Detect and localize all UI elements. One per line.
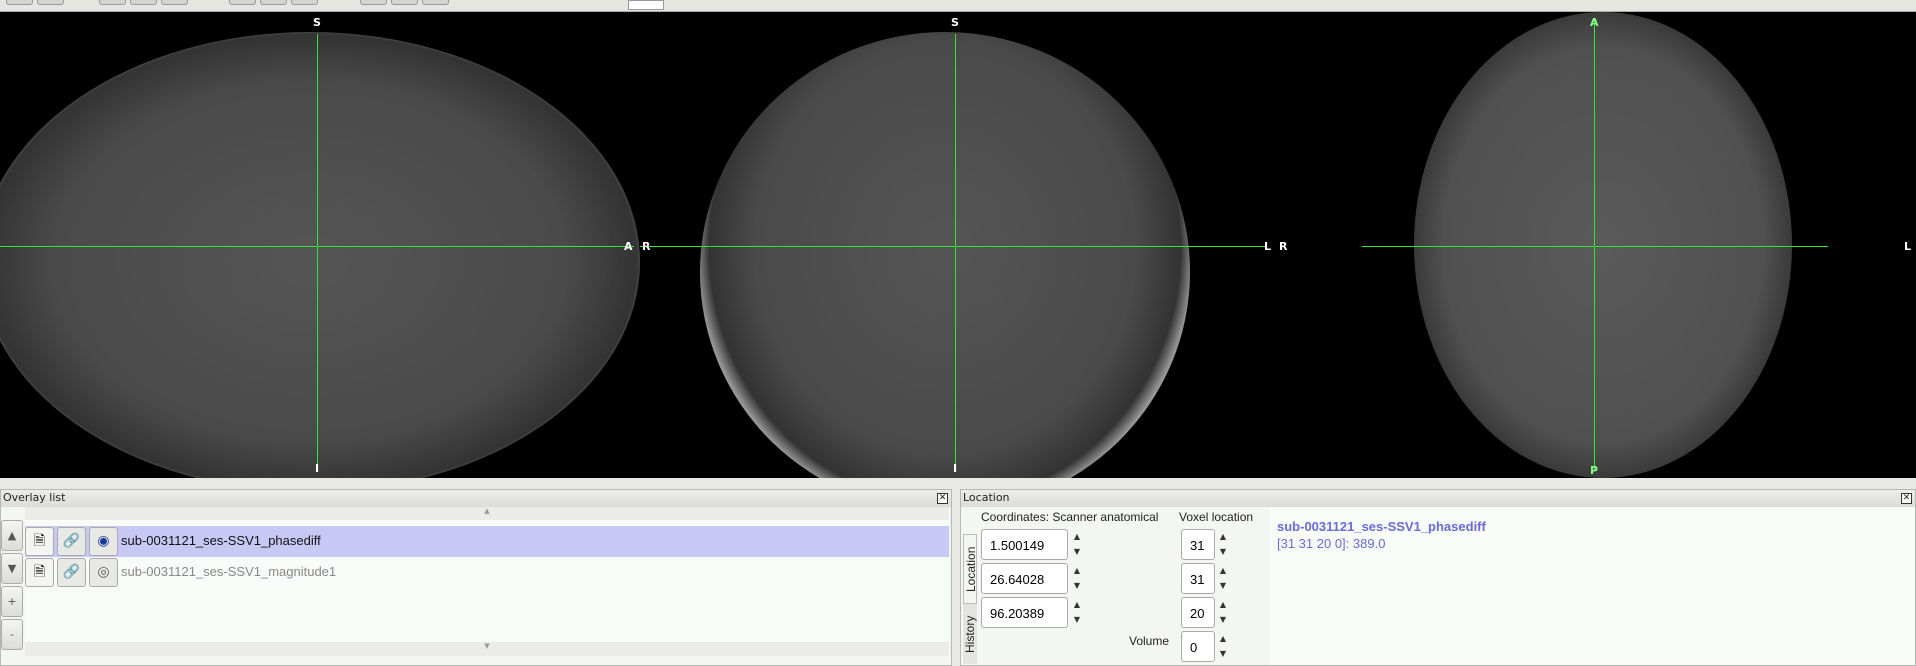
- coord-z-spinner[interactable]: ▲ ▼: [1070, 597, 1084, 628]
- location-panel: Location ✕ Location History Coordinates: …: [960, 489, 1916, 666]
- overlay-name: sub-0031121_ses-SSV1_phasediff: [121, 533, 321, 548]
- voxel-x-field[interactable]: 31: [1181, 529, 1215, 560]
- voxel-location-label: Voxel location: [1179, 510, 1254, 524]
- coord-y-field[interactable]: 26.64028: [981, 563, 1068, 594]
- info-overlay-name: sub-0031121_ses-SSV1_phasediff: [1277, 519, 1486, 534]
- toolbar-button[interactable]: [391, 0, 418, 5]
- save-icon[interactable]: 🗎: [25, 558, 54, 587]
- save-icon[interactable]: 🗎: [25, 527, 54, 556]
- crosshair-vertical: [955, 34, 956, 464]
- brain-image: [0, 32, 640, 478]
- toolbar-button[interactable]: [291, 0, 318, 5]
- orientation-label-right: L: [1264, 240, 1272, 253]
- orientation-label-bottom: I: [315, 462, 320, 475]
- toolbar-button[interactable]: [422, 0, 449, 5]
- tab-history[interactable]: History: [963, 604, 977, 664]
- info-voxel-value: [31 31 20 0]: 389.0: [1277, 536, 1386, 551]
- brain-image: [700, 32, 1190, 478]
- overlay-item-magnitude1[interactable]: 🗎 🔗 ◎ sub-0031121_ses-SSV1_magnitude1: [25, 557, 949, 588]
- toolbar-button[interactable]: [37, 0, 64, 5]
- viewer-canvas[interactable]: S I A R S I L R A P L: [0, 12, 1916, 478]
- add-overlay-button[interactable]: +: [1, 586, 23, 617]
- remove-overlay-button[interactable]: -: [1, 619, 23, 650]
- panel-title: Overlay list: [3, 491, 66, 504]
- orientation-label-top: S: [951, 16, 959, 29]
- orientation-label-bottom: P: [1590, 464, 1599, 477]
- orientation-label-top: A: [1590, 16, 1599, 29]
- voxel-y-field[interactable]: 31: [1181, 563, 1215, 594]
- info-area: sub-0031121_ses-SSV1_phasediff [31 31 20…: [1269, 507, 1915, 665]
- coord-y-spinner[interactable]: ▲ ▼: [1070, 563, 1084, 594]
- orientation-label-left: R: [642, 240, 651, 253]
- toolbar-button[interactable]: [161, 0, 188, 5]
- orientation-label-right: A: [624, 240, 633, 253]
- coord-z-field[interactable]: 96.20389: [981, 597, 1068, 628]
- close-icon[interactable]: ✕: [1901, 493, 1912, 504]
- toolbar: [0, 0, 1916, 12]
- eye-icon[interactable]: ◎: [89, 558, 118, 587]
- crosshair-horizontal: [640, 246, 1267, 247]
- orientation-label-left: R: [1279, 240, 1288, 253]
- zoom-dropdown[interactable]: [628, 0, 664, 10]
- axial-view[interactable]: R A P L: [1277, 12, 1916, 478]
- brain-image: [1414, 12, 1792, 478]
- move-up-button[interactable]: ▲: [1, 520, 23, 551]
- voxel-z-field[interactable]: 20: [1181, 597, 1215, 628]
- panel-title: Location: [963, 491, 1010, 504]
- overlay-list-panel: Overlay list ✕ ▲ ▼ + - ▲ ▼ 🗎 🔗 ◉ sub-0031…: [0, 489, 952, 666]
- crosshair-vertical: [1594, 20, 1595, 470]
- move-down-button[interactable]: ▼: [1, 553, 23, 584]
- toolbar-button[interactable]: [360, 0, 387, 5]
- voxel-x-spinner[interactable]: ▲ ▼: [1216, 529, 1230, 560]
- scroll-up-arrow[interactable]: ▲: [25, 507, 949, 520]
- coord-x-field[interactable]: 1.500149: [981, 529, 1068, 560]
- toolbar-button[interactable]: [6, 0, 33, 5]
- voxel-y-spinner[interactable]: ▲ ▼: [1216, 563, 1230, 594]
- toolbar-button[interactable]: [260, 0, 287, 5]
- coordinates-label: Coordinates: Scanner anatomical: [981, 510, 1159, 524]
- tab-location[interactable]: Location: [963, 534, 978, 604]
- coord-x-spinner[interactable]: ▲ ▼: [1070, 529, 1084, 560]
- toolbar-button[interactable]: [130, 0, 157, 5]
- overlay-name: sub-0031121_ses-SSV1_magnitude1: [121, 564, 337, 579]
- orientation-label-right: L: [1904, 240, 1912, 253]
- close-icon[interactable]: ✕: [937, 493, 948, 504]
- volume-label: Volume: [1129, 634, 1170, 648]
- crosshair-vertical: [317, 34, 318, 464]
- eye-icon[interactable]: ◉: [89, 527, 118, 556]
- panel-header: Overlay list ✕: [1, 490, 951, 507]
- panel-header: Location ✕: [961, 490, 1915, 507]
- voxel-z-spinner[interactable]: ▲ ▼: [1216, 597, 1230, 628]
- sagittal-view[interactable]: S I A: [0, 12, 640, 478]
- volume-spinner[interactable]: ▲ ▼: [1216, 631, 1230, 662]
- toolbar-button[interactable]: [229, 0, 256, 5]
- toolbar-button[interactable]: [99, 0, 126, 5]
- orientation-label-top: S: [313, 16, 321, 29]
- volume-field[interactable]: 0: [1181, 631, 1215, 662]
- orientation-label-bottom: I: [953, 462, 958, 475]
- crosshair-horizontal: [1362, 246, 1828, 247]
- overlay-item-phasediff[interactable]: 🗎 🔗 ◉ sub-0031121_ses-SSV1_phasediff: [25, 526, 949, 557]
- coronal-view[interactable]: R S I L: [640, 12, 1277, 478]
- link-icon[interactable]: 🔗: [57, 558, 86, 587]
- scroll-down-arrow[interactable]: ▼: [25, 642, 949, 656]
- link-icon[interactable]: 🔗: [57, 527, 86, 556]
